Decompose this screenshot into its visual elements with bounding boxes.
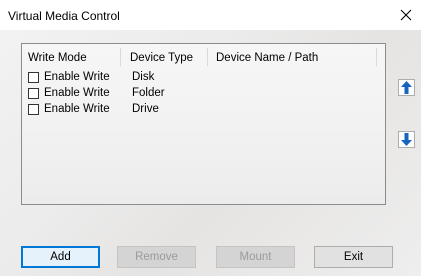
enable-write-label: Enable Write [44, 71, 110, 83]
column-header-device-path[interactable]: Device Name / Path [216, 52, 318, 64]
table-row[interactable]: Enable Write Disk [22, 69, 385, 85]
window-title: Virtual Media Control [8, 9, 120, 23]
column-separator[interactable] [376, 48, 377, 66]
column-separator[interactable] [120, 48, 121, 66]
enable-write-checkbox[interactable]: Enable Write [28, 87, 110, 99]
column-header-device-type[interactable]: Device Type [130, 52, 193, 64]
move-down-button[interactable] [398, 131, 415, 148]
enable-write-checkbox[interactable]: Enable Write [28, 103, 110, 115]
exit-button[interactable]: Exit [314, 246, 393, 268]
close-icon [400, 9, 412, 21]
table-row[interactable]: Enable Write Folder [22, 85, 385, 101]
enable-write-label: Enable Write [44, 87, 110, 99]
arrow-up-icon [401, 81, 412, 94]
device-type-cell: Folder [132, 87, 165, 99]
move-up-button[interactable] [398, 79, 415, 96]
enable-write-checkbox[interactable]: Enable Write [28, 71, 110, 83]
checkbox-box[interactable] [28, 71, 39, 83]
column-header-write-mode[interactable]: Write Mode [28, 52, 87, 64]
device-type-cell: Drive [132, 103, 159, 115]
enable-write-label: Enable Write [44, 103, 110, 115]
mount-button[interactable]: Mount [216, 246, 295, 268]
device-list[interactable]: Write Mode Device Type Device Name / Pat… [21, 43, 386, 205]
checkbox-box[interactable] [28, 87, 39, 99]
column-separator[interactable] [207, 48, 208, 66]
add-button[interactable]: Add [21, 246, 100, 268]
checkbox-box[interactable] [28, 103, 39, 115]
virtual-media-window: Virtual Media Control Write Mode Device … [0, 0, 421, 276]
device-type-cell: Disk [132, 71, 155, 83]
close-button[interactable] [391, 0, 421, 30]
title-bar: Virtual Media Control [0, 0, 421, 30]
arrow-down-icon [401, 133, 412, 146]
table-row[interactable]: Enable Write Drive [22, 101, 385, 117]
remove-button[interactable]: Remove [117, 246, 196, 268]
